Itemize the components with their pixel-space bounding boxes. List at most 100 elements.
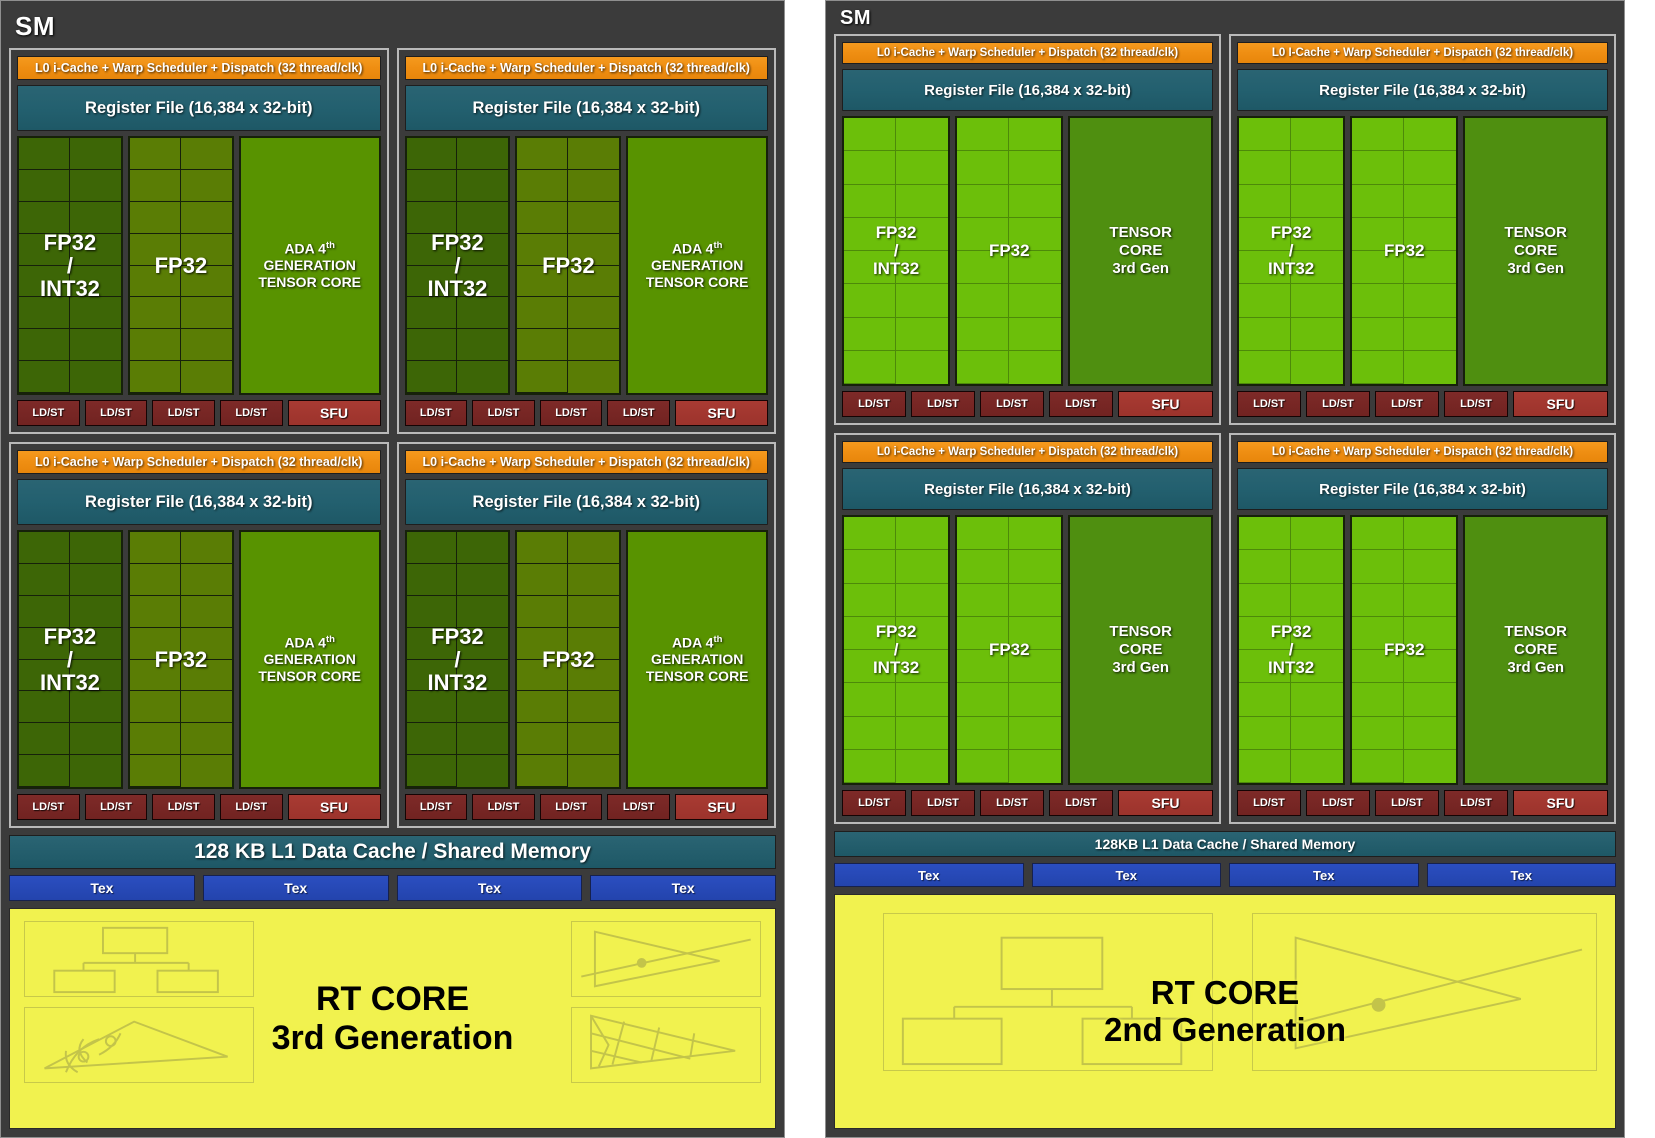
ldst-unit[interactable]: LD/ST xyxy=(1237,790,1301,816)
sfu-unit[interactable]: SFU xyxy=(1513,391,1608,417)
ldst-unit[interactable]: LD/ST xyxy=(1049,790,1113,816)
ldst-unit[interactable]: LD/ST xyxy=(1237,391,1301,417)
right-partition-2[interactable]: L0 I-Cache + Warp Scheduler + Dispatch (… xyxy=(1229,34,1616,425)
fp32-int32-core-block[interactable]: FP32 / INT32 xyxy=(17,530,123,789)
ldst-unit[interactable]: LD/ST xyxy=(472,400,535,426)
fp32-core-block[interactable]: FP32 xyxy=(127,136,234,395)
register-file-bar[interactable]: Register File (16,384 x 32-bit) xyxy=(1237,468,1608,510)
ldst-unit[interactable]: LD/ST xyxy=(472,794,535,820)
ldst-unit[interactable]: LD/ST xyxy=(842,790,906,816)
fp32-int32-core-block[interactable]: FP32 / INT32 xyxy=(404,136,511,395)
tex-unit[interactable]: Tex xyxy=(590,875,776,901)
register-file-bar[interactable]: Register File (16,384 x 32-bit) xyxy=(842,69,1213,111)
l1-data-cache-bar[interactable]: 128 KB L1 Data Cache / Shared Memory xyxy=(9,835,776,869)
warp-scheduler-bar[interactable]: L0 i-Cache + Warp Scheduler + Dispatch (… xyxy=(404,450,768,474)
right-partition-4[interactable]: L0 i-Cache + Warp Scheduler + Dispatch (… xyxy=(1229,433,1616,824)
ldst-unit[interactable]: LD/ST xyxy=(1375,790,1439,816)
right-partition-3[interactable]: L0 i-Cache + Warp Scheduler + Dispatch (… xyxy=(834,433,1221,824)
rt-core-block[interactable]: RT CORE 3rd Generation xyxy=(9,908,776,1129)
sfu-unit[interactable]: SFU xyxy=(1118,391,1213,417)
warp-scheduler-bar[interactable]: L0 I-Cache + Warp Scheduler + Dispatch (… xyxy=(1237,42,1608,64)
ldst-unit[interactable]: LD/ST xyxy=(17,400,80,426)
ldst-unit[interactable]: LD/ST xyxy=(842,391,906,417)
fp32-int32-core-block[interactable]: FP32 / INT32 xyxy=(404,530,511,789)
left-partition-2[interactable]: L0 i-Cache + Warp Scheduler + Dispatch (… xyxy=(396,48,776,434)
fp32-core-block[interactable]: FP32 xyxy=(1350,515,1459,785)
sfu-unit[interactable]: SFU xyxy=(675,400,769,426)
tensor-core-block[interactable]: TENSOR CORE 3rd Gen xyxy=(1068,116,1213,386)
ldst-unit[interactable]: LD/ST xyxy=(17,794,80,820)
fp32-core-block[interactable]: FP32 xyxy=(955,515,1064,785)
ldst-unit[interactable]: LD/ST xyxy=(607,794,671,820)
warp-scheduler-bar[interactable]: L0 i-Cache + Warp Scheduler + Dispatch (… xyxy=(842,441,1213,463)
right-partition-1[interactable]: L0 i-Cache + Warp Scheduler + Dispatch (… xyxy=(834,34,1221,425)
fp32-core-block[interactable]: FP32 xyxy=(955,116,1064,386)
tensor-core-block[interactable]: ADA 4th GENERATION TENSOR CORE xyxy=(626,530,768,789)
warp-scheduler-bar[interactable]: L0 i-Cache + Warp Scheduler + Dispatch (… xyxy=(842,42,1213,64)
sfu-unit[interactable]: SFU xyxy=(1513,790,1608,816)
tensor-core-block[interactable]: TENSOR CORE 3rd Gen xyxy=(1068,515,1213,785)
ldst-unit[interactable]: LD/ST xyxy=(539,794,603,820)
ldst-unit[interactable]: LD/ST xyxy=(404,794,468,820)
tensor-core-block[interactable]: ADA 4th GENERATION TENSOR CORE xyxy=(238,136,381,395)
tensor-core-block[interactable]: TENSOR CORE 3rd Gen xyxy=(1463,116,1608,386)
tex-unit[interactable]: Tex xyxy=(1229,863,1419,887)
ldst-unit[interactable]: LD/ST xyxy=(219,794,283,820)
tensor-core-block[interactable]: ADA 4th GENERATION TENSOR CORE xyxy=(238,530,381,789)
ldst-unit[interactable]: LD/ST xyxy=(84,400,148,426)
register-file-bar[interactable]: Register File (16,384 x 32-bit) xyxy=(17,85,381,131)
register-file-bar[interactable]: Register File (16,384 x 32-bit) xyxy=(17,479,381,525)
left-partition-3[interactable]: L0 i-Cache + Warp Scheduler + Dispatch (… xyxy=(9,442,389,828)
ldst-unit[interactable]: LD/ST xyxy=(152,794,215,820)
ldst-unit[interactable]: LD/ST xyxy=(1375,391,1439,417)
fp32-core-block[interactable]: FP32 xyxy=(1350,116,1459,386)
ldst-unit[interactable]: LD/ST xyxy=(84,794,148,820)
ldst-unit[interactable]: LD/ST xyxy=(911,790,975,816)
ldst-unit[interactable]: LD/ST xyxy=(911,391,975,417)
ldst-unit[interactable]: LD/ST xyxy=(152,400,215,426)
left-partition-1[interactable]: L0 i-Cache + Warp Scheduler + Dispatch (… xyxy=(9,48,389,434)
sfu-unit[interactable]: SFU xyxy=(1118,790,1213,816)
ldst-unit[interactable]: LD/ST xyxy=(404,400,468,426)
ldst-unit[interactable]: LD/ST xyxy=(1306,391,1370,417)
ldst-unit[interactable]: LD/ST xyxy=(1049,391,1113,417)
register-file-bar[interactable]: Register File (16,384 x 32-bit) xyxy=(1237,69,1608,111)
fp32-int32-core-block[interactable]: FP32 / INT32 xyxy=(1237,515,1346,785)
register-file-bar[interactable]: Register File (16,384 x 32-bit) xyxy=(404,479,768,525)
ldst-unit[interactable]: LD/ST xyxy=(539,400,603,426)
ldst-unit[interactable]: LD/ST xyxy=(607,400,671,426)
fp32-core-block[interactable]: FP32 xyxy=(515,530,622,789)
tex-unit[interactable]: Tex xyxy=(1426,863,1616,887)
tex-unit[interactable]: Tex xyxy=(834,863,1024,887)
warp-scheduler-bar[interactable]: L0 i-Cache + Warp Scheduler + Dispatch (… xyxy=(404,56,768,80)
ldst-unit[interactable]: LD/ST xyxy=(1306,790,1370,816)
warp-scheduler-bar[interactable]: L0 i-Cache + Warp Scheduler + Dispatch (… xyxy=(17,450,381,474)
fp32-core-block[interactable]: FP32 xyxy=(127,530,234,789)
tensor-core-block[interactable]: TENSOR CORE 3rd Gen xyxy=(1463,515,1608,785)
tex-unit[interactable]: Tex xyxy=(1031,863,1221,887)
sfu-unit[interactable]: SFU xyxy=(287,794,381,820)
register-file-bar[interactable]: Register File (16,384 x 32-bit) xyxy=(842,468,1213,510)
sfu-unit[interactable]: SFU xyxy=(287,400,381,426)
ldst-unit[interactable]: LD/ST xyxy=(1444,790,1508,816)
ldst-unit[interactable]: LD/ST xyxy=(1444,391,1508,417)
fp32-int32-core-block[interactable]: FP32 / INT32 xyxy=(842,515,951,785)
warp-scheduler-bar[interactable]: L0 i-Cache + Warp Scheduler + Dispatch (… xyxy=(17,56,381,80)
fp32-core-block[interactable]: FP32 xyxy=(515,136,622,395)
fp32-int32-core-block[interactable]: FP32 / INT32 xyxy=(1237,116,1346,386)
fp32-int32-core-block[interactable]: FP32 / INT32 xyxy=(842,116,951,386)
fp32-int32-core-block[interactable]: FP32 / INT32 xyxy=(17,136,123,395)
tex-unit[interactable]: Tex xyxy=(202,875,389,901)
ldst-unit[interactable]: LD/ST xyxy=(980,391,1044,417)
ldst-unit[interactable]: LD/ST xyxy=(219,400,283,426)
tex-unit[interactable]: Tex xyxy=(396,875,583,901)
tex-unit[interactable]: Tex xyxy=(9,875,195,901)
register-file-bar[interactable]: Register File (16,384 x 32-bit) xyxy=(404,85,768,131)
ldst-unit[interactable]: LD/ST xyxy=(980,790,1044,816)
sfu-unit[interactable]: SFU xyxy=(675,794,769,820)
tensor-core-block[interactable]: ADA 4th GENERATION TENSOR CORE xyxy=(626,136,768,395)
left-partition-4[interactable]: L0 i-Cache + Warp Scheduler + Dispatch (… xyxy=(396,442,776,828)
l1-data-cache-bar[interactable]: 128KB L1 Data Cache / Shared Memory xyxy=(834,831,1616,857)
rt-core-block[interactable]: RT CORE 2nd Generation xyxy=(834,894,1616,1129)
warp-scheduler-bar[interactable]: L0 i-Cache + Warp Scheduler + Dispatch (… xyxy=(1237,441,1608,463)
